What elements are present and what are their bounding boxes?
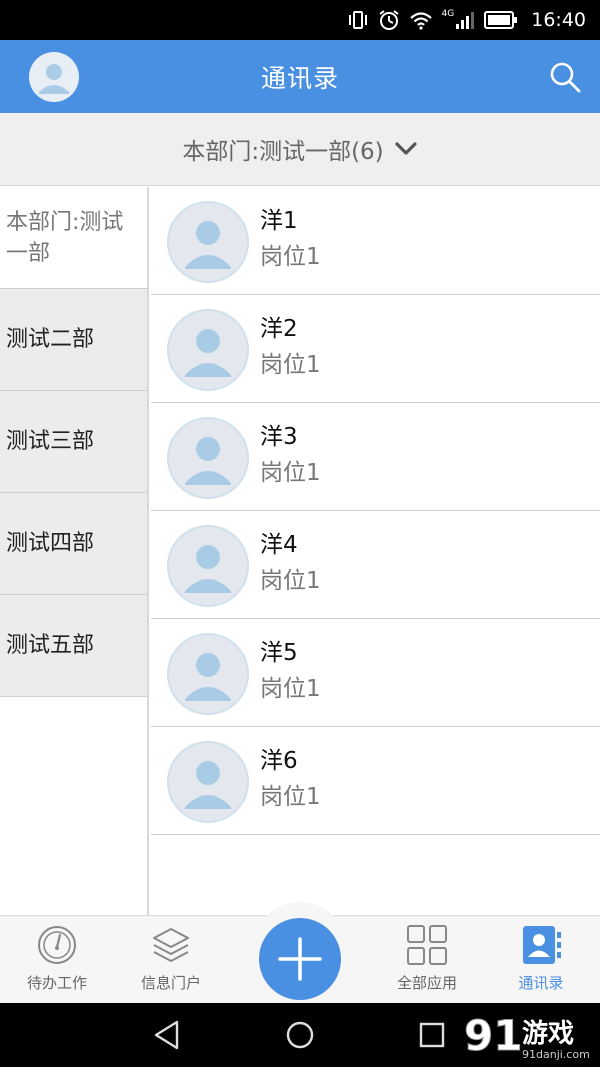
add-button[interactable] — [259, 918, 341, 1000]
contact-avatar — [167, 201, 249, 283]
tab-label: 全部应用 — [396, 974, 457, 992]
plus-icon — [278, 937, 322, 981]
status-time: 16:40 — [531, 9, 586, 31]
recents-square-icon[interactable] — [414, 1017, 450, 1053]
back-triangle-icon[interactable] — [150, 1017, 186, 1053]
grid-icon — [407, 925, 447, 965]
contact-name: 洋2 — [260, 316, 298, 342]
department-item-label: 本部门:测试一部 — [6, 209, 124, 266]
contact-position: 岗位1 — [260, 676, 321, 702]
person-icon — [185, 329, 231, 377]
contact-row[interactable]: 洋5 岗位1 — [151, 619, 600, 727]
contact-avatar — [167, 309, 249, 391]
person-icon — [185, 761, 231, 809]
contact-name: 洋4 — [260, 532, 298, 558]
department-item-current[interactable]: 本部门:测试一部 — [0, 187, 147, 289]
user-avatar-icon — [39, 64, 69, 94]
department-list: 本部门:测试一部 测试二部 测试三部 测试四部 测试五部 — [0, 187, 149, 915]
person-icon — [185, 221, 231, 269]
contact-list: 洋1 岗位1 洋2 岗位1 洋3 岗位1 洋4 岗位1 洋5 岗位1 洋6 岗位… — [151, 187, 600, 915]
network-type-label: 4G — [441, 9, 455, 19]
department-item-label: 测试三部 — [6, 429, 95, 454]
department-item[interactable]: 测试二部 — [0, 289, 147, 391]
contact-avatar — [167, 633, 249, 715]
department-item[interactable]: 测试五部 — [0, 595, 147, 697]
tab-label: 通讯录 — [518, 974, 564, 992]
home-circle-icon[interactable] — [282, 1017, 318, 1053]
contact-position: 岗位1 — [260, 244, 321, 270]
person-icon — [185, 545, 231, 593]
watermark-domain: 91danji.com — [522, 1048, 590, 1061]
signal-icon — [456, 12, 475, 29]
contact-position: 岗位1 — [260, 352, 321, 378]
contact-row[interactable]: 洋3 岗位1 — [151, 403, 600, 511]
watermark-brand: 游戏 — [522, 1019, 574, 1049]
department-item-label: 测试二部 — [6, 327, 95, 352]
contact-position: 岗位1 — [260, 784, 321, 810]
screen: 4G 16:40 通讯录 本部门:测试一部(6) 本部门:测试一部 测试二部 测… — [0, 0, 600, 1067]
contact-avatar — [167, 741, 249, 823]
contact-avatar — [167, 525, 249, 607]
tab-contacts[interactable]: 通讯录 — [486, 916, 596, 1004]
layers-icon — [153, 928, 189, 962]
tab-all-apps[interactable]: 全部应用 — [372, 916, 482, 1004]
contact-row[interactable]: 洋2 岗位1 — [151, 295, 600, 403]
contact-row[interactable]: 洋1 岗位1 — [151, 187, 600, 295]
wifi-icon — [409, 12, 432, 30]
contact-name: 洋6 — [260, 748, 298, 774]
department-selector-label: 本部门:测试一部(6) — [182, 139, 384, 165]
site-watermark: 91 游戏 91danji.com — [464, 1011, 590, 1062]
person-icon — [185, 437, 231, 485]
tab-label: 待办工作 — [26, 974, 87, 992]
alarm-icon — [378, 10, 399, 30]
search-icon[interactable] — [548, 60, 582, 94]
contact-position: 岗位1 — [260, 460, 321, 486]
department-item-label: 测试四部 — [6, 531, 95, 556]
contact-name: 洋1 — [260, 208, 298, 234]
contact-card-icon — [523, 926, 561, 964]
user-avatar-button[interactable] — [29, 52, 79, 102]
department-item[interactable]: 测试三部 — [0, 391, 147, 493]
tab-todo[interactable]: 待办工作 — [2, 916, 112, 1004]
contact-row[interactable]: 洋4 岗位1 — [151, 511, 600, 619]
department-selector[interactable]: 本部门:测试一部(6) — [0, 113, 600, 186]
chevron-down-icon — [395, 142, 417, 155]
status-bar: 4G 16:40 — [0, 0, 600, 40]
gauge-icon — [38, 926, 76, 964]
contact-name: 洋3 — [260, 424, 298, 450]
battery-icon — [484, 11, 518, 29]
app-bar: 通讯录 — [0, 40, 600, 113]
department-item[interactable]: 测试四部 — [0, 493, 147, 595]
vibrate-icon — [348, 11, 367, 29]
tab-label: 信息门户 — [140, 974, 201, 992]
contact-avatar — [167, 417, 249, 499]
watermark-number: 91 — [464, 1011, 522, 1060]
tab-info-portal[interactable]: 信息门户 — [116, 916, 226, 1004]
department-item-label: 测试五部 — [6, 633, 95, 658]
person-icon — [185, 653, 231, 701]
page-title: 通讯录 — [260, 63, 339, 93]
contact-row[interactable]: 洋6 岗位1 — [151, 727, 600, 835]
contact-position: 岗位1 — [260, 568, 321, 594]
contact-name: 洋5 — [260, 640, 298, 666]
